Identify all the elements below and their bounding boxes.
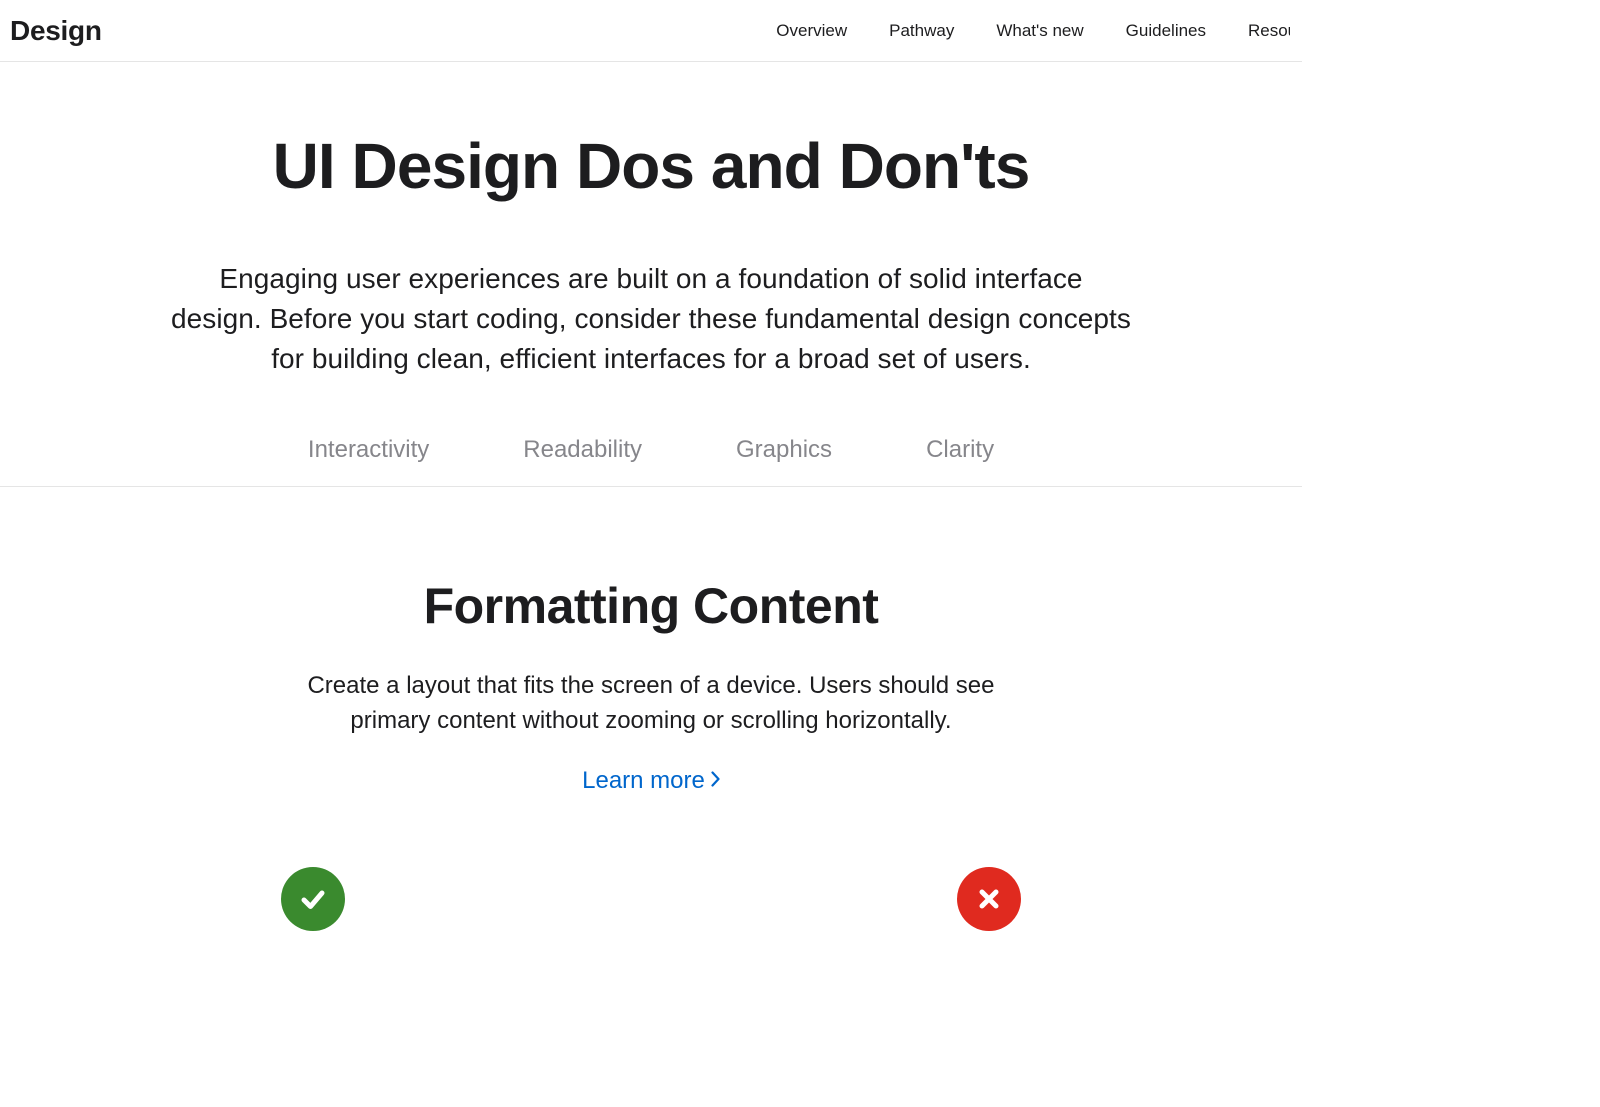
close-icon — [973, 883, 1005, 915]
section-body: Create a layout that fits the screen of … — [301, 669, 1001, 739]
learn-more-label: Learn more — [582, 767, 705, 795]
dos-donts-row — [261, 867, 1041, 931]
nav-item-overview[interactable]: Overview — [776, 21, 847, 41]
page-lead: Engaging user experiences are built on a… — [171, 259, 1131, 378]
brand-title[interactable]: Design — [10, 15, 102, 47]
tabs-bar: Interactivity Readability Graphics Clari… — [0, 436, 1302, 487]
chevron-right-icon — [711, 771, 720, 791]
check-icon — [295, 881, 331, 917]
tab-graphics[interactable]: Graphics — [736, 436, 832, 464]
nav-item-resources[interactable]: Resources — [1248, 21, 1290, 41]
nav-item-pathway[interactable]: Pathway — [889, 21, 954, 41]
nav-item-whats-new[interactable]: What's new — [996, 21, 1083, 41]
section-title: Formatting Content — [40, 577, 1262, 635]
dont-badge — [957, 867, 1021, 931]
nav-links: Overview Pathway What's new Guidelines R… — [776, 21, 1292, 41]
page-title: UI Design Dos and Don'ts — [40, 132, 1262, 201]
do-badge — [281, 867, 345, 931]
top-nav: Design Overview Pathway What's new Guide… — [0, 0, 1302, 62]
tab-clarity[interactable]: Clarity — [926, 436, 994, 464]
section-formatting-content: Formatting Content Create a layout that … — [0, 487, 1302, 931]
tab-interactivity[interactable]: Interactivity — [308, 436, 429, 464]
tabs: Interactivity Readability Graphics Clari… — [0, 436, 1302, 486]
tab-readability[interactable]: Readability — [523, 436, 642, 464]
nav-item-guidelines[interactable]: Guidelines — [1126, 21, 1206, 41]
learn-more-link[interactable]: Learn more — [582, 767, 720, 795]
hero: UI Design Dos and Don'ts Engaging user e… — [0, 62, 1302, 378]
